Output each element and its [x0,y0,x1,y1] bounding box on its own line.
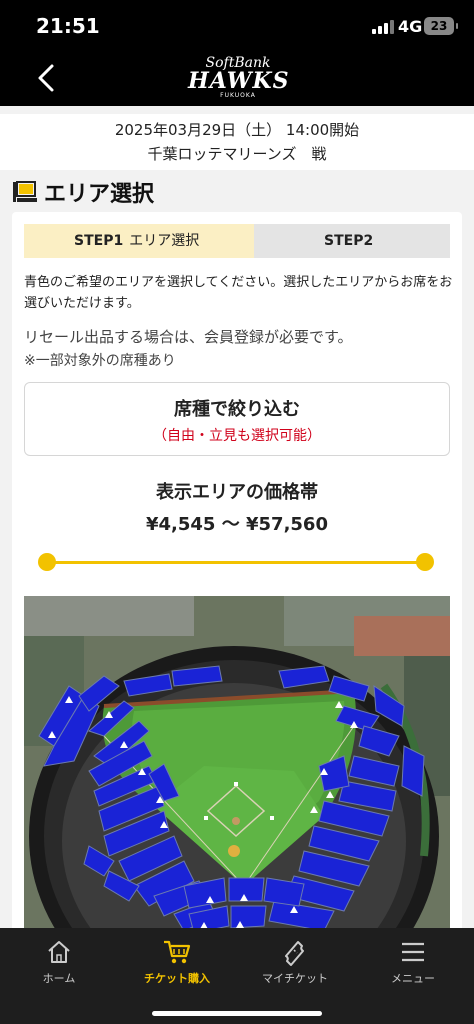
section-header: エリア選択 [0,172,474,212]
step-1: STEP1 エリア選択 [24,224,254,258]
tab-my-ticket[interactable]: マイチケット [236,928,354,998]
app-header: SoftBank HAWKS FUKUOKA [0,52,474,106]
game-datetime: 2025年03月29日（土） 14:00開始 [114,121,360,139]
slider-track [46,561,426,564]
price-band-title: 表示エリアの価格帯 [156,482,318,503]
stadium-map[interactable] [24,596,450,928]
cart-icon [164,940,191,964]
resale-note: リセール出品する場合は、会員登録が必要です。 [24,328,353,346]
home-indicator [152,1011,322,1016]
instruction-text: 青色のご希望のエリアを選択してください。選択したエリアからお席をお選びいただけま… [24,275,453,311]
tab-ticket-purchase[interactable]: チケット購入 [118,928,236,998]
seat-icon [13,181,37,202]
section-title: エリア選択 [44,182,155,207]
tab-menu[interactable]: メニュー [354,928,472,998]
exclusion-note: ※一部対象外の席種あり [24,353,176,369]
main-content: 2025年03月29日（土） 14:00開始 千葉ロッテマリーンズ 戦 エリア選… [0,106,474,928]
step-indicator: STEP1 エリア選択 STEP2 [24,224,450,258]
home-icon [48,941,70,963]
signal-icon [372,20,394,34]
ticket-icon [285,941,304,966]
menu-icon [402,942,424,962]
slider-min-handle[interactable] [38,553,56,571]
game-info: 2025年03月29日（土） 14:00開始 千葉ロッテマリーンズ 戦 [0,114,474,170]
tab-home[interactable]: ホーム [0,928,118,998]
area-select-card: STEP1 エリア選択 STEP2 青色のご希望のエリアを選択してください。選択し… [12,212,462,928]
stadium-map-graphic [24,596,450,928]
price-band-range: ¥4,545 〜 ¥57,560 [146,514,328,535]
status-bar: 21:51 4G 23 [0,0,474,52]
price-slider[interactable] [38,552,434,572]
status-time: 21:51 [36,14,100,38]
bottom-tab-bar: ホーム チケット購入 マイチケット メニュー [0,928,474,1024]
chevron-left-icon [38,64,54,92]
network-type: 4G [398,17,423,36]
battery-icon: 23 [424,17,458,35]
game-opponent: 千葉ロッテマリーンズ 戦 [147,145,327,163]
step-2: STEP2 [324,233,374,249]
slider-max-handle[interactable] [416,553,434,571]
back-button[interactable] [30,60,66,96]
hawks-logo: SoftBank HAWKS FUKUOKA [188,55,290,99]
seat-filter-button[interactable]: 席種で絞り込む （自由・立見も選択可能） [24,382,450,456]
